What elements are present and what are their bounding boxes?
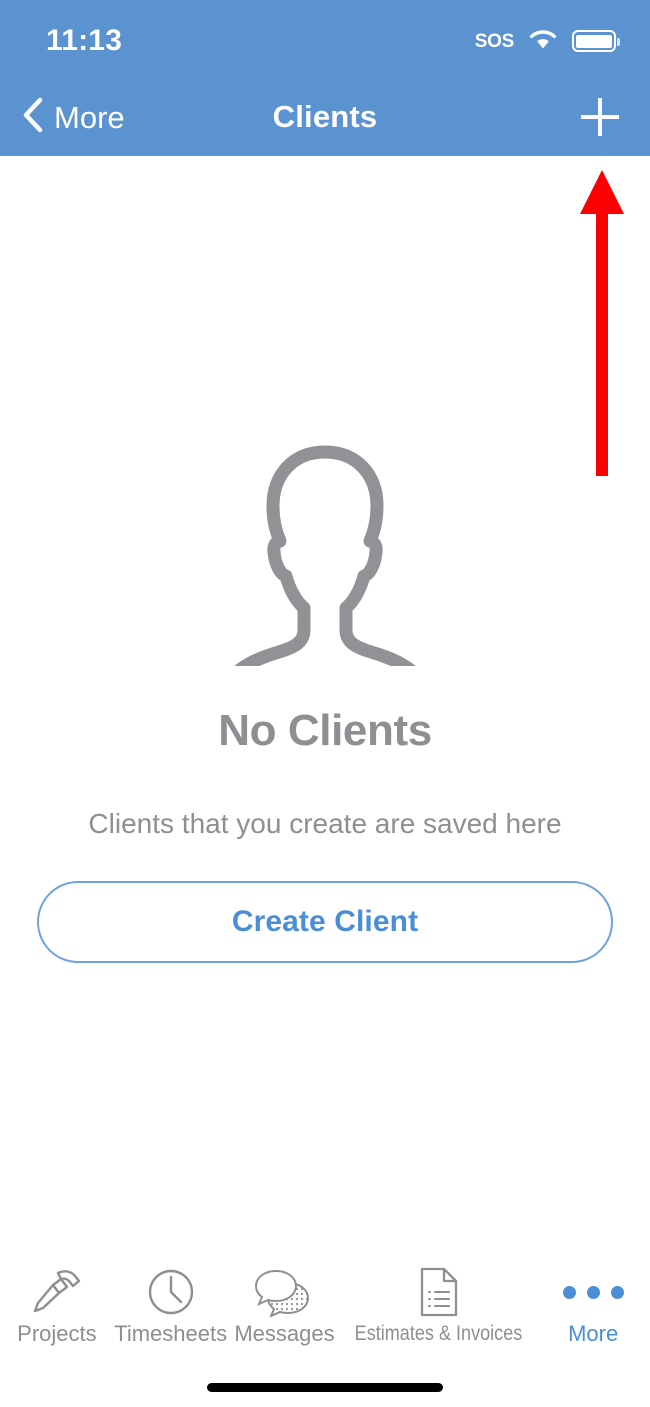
page-title: Clients bbox=[272, 99, 378, 134]
empty-state-subtitle: Clients that you create are saved here bbox=[88, 808, 562, 839]
bottom-tab-bar: Projects Timesheets Messages Estimates &… bbox=[0, 1259, 650, 1371]
battery-fill bbox=[576, 34, 612, 48]
battery-icon bbox=[572, 30, 620, 52]
tab-timesheets[interactable]: Timesheets bbox=[114, 1259, 228, 1371]
home-indicator bbox=[207, 1383, 443, 1392]
ellipsis-icon bbox=[562, 1265, 624, 1319]
speech-bubbles-icon bbox=[255, 1265, 313, 1319]
add-client-button[interactable] bbox=[568, 78, 632, 156]
plus-icon-vertical bbox=[598, 98, 602, 136]
tab-more[interactable]: More bbox=[536, 1259, 650, 1371]
status-bar: 11:13 SOS bbox=[0, 0, 650, 78]
status-indicators: SOS bbox=[474, 27, 620, 56]
tab-estimates-invoices[interactable]: Estimates & Invoices bbox=[341, 1259, 536, 1371]
tab-label-timesheets: Timesheets bbox=[114, 1321, 228, 1346]
document-list-icon bbox=[416, 1265, 462, 1319]
tab-label-projects: Projects bbox=[17, 1321, 97, 1346]
ellipsis-dot bbox=[610, 1285, 624, 1299]
ellipsis-dot bbox=[586, 1285, 600, 1299]
tab-label-estimates-invoices: Estimates & Invoices bbox=[354, 1322, 523, 1345]
ellipsis-dot bbox=[562, 1285, 576, 1299]
status-time: 11:13 bbox=[46, 24, 123, 57]
tab-messages[interactable]: Messages bbox=[228, 1259, 342, 1371]
tab-projects[interactable]: Projects bbox=[0, 1259, 114, 1371]
empty-state-title: No Clients bbox=[218, 706, 432, 755]
hammer-icon bbox=[31, 1265, 83, 1319]
tab-label-more: More bbox=[568, 1321, 619, 1346]
clock-icon bbox=[145, 1265, 197, 1319]
empty-state-container: No Clients Clients that you create are s… bbox=[0, 156, 650, 1256]
create-client-button[interactable]: Create Client bbox=[37, 881, 613, 963]
wifi-icon bbox=[527, 27, 559, 56]
sos-label: SOS bbox=[474, 30, 515, 52]
navigation-bar: More Clients bbox=[0, 78, 650, 156]
tab-label-messages: Messages bbox=[234, 1321, 335, 1346]
person-silhouette-icon bbox=[209, 444, 441, 689]
